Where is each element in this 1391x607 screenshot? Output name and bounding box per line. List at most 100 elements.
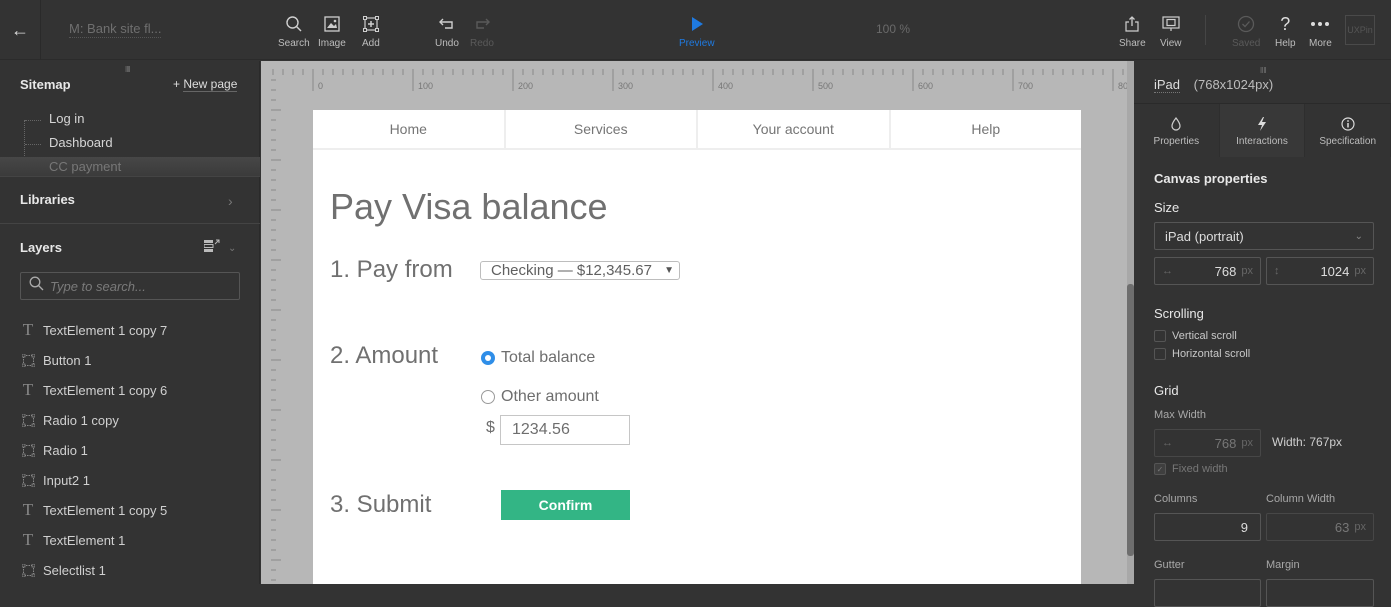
canvas-area[interactable]: 0100200300400500600700800 0100200300400 … — [261, 61, 1134, 584]
toolbar-divider — [1205, 15, 1206, 45]
ruler-label: 0 — [318, 81, 323, 91]
layer-item[interactable]: T TextElement 1 copy 7 — [20, 320, 168, 340]
panel-resize-grip[interactable]: ‖‖ — [125, 65, 135, 74]
confirm-button[interactable]: Confirm — [501, 490, 630, 520]
layer-name: TextElement 1 copy 7 — [43, 322, 168, 338]
columns-field[interactable]: 9 — [1154, 513, 1261, 541]
device-name[interactable]: iPad — [1154, 77, 1181, 93]
nav-services[interactable]: Services — [506, 110, 698, 148]
sitemap-item-dashboard[interactable]: Dashboard — [49, 135, 113, 150]
tab-properties[interactable]: Properties — [1134, 104, 1220, 157]
width-field[interactable]: ↔ 768 px — [1154, 257, 1261, 285]
uxpin-logo[interactable]: UXPin — [1345, 15, 1375, 45]
tab-interactions[interactable]: Interactions — [1219, 104, 1306, 157]
layer-name: Selectlist 1 — [43, 562, 106, 578]
checkbox[interactable] — [1154, 330, 1166, 342]
gutter-field[interactable] — [1154, 579, 1261, 607]
nav-home[interactable]: Home — [313, 110, 506, 148]
column-width-field[interactable]: 63 px — [1266, 513, 1374, 541]
view-button[interactable]: View — [1160, 14, 1182, 49]
ruler-label: 500 — [818, 81, 833, 91]
layer-name: TextElement 1 copy 5 — [43, 502, 168, 518]
properties-panel: ‖‖ iPad (768x1024px) Properties Interact… — [1134, 61, 1391, 607]
vertical-scrollbar-thumb[interactable] — [1127, 284, 1134, 556]
horizontal-arrows-icon: ↔ — [1162, 437, 1173, 449]
margin-field[interactable] — [1266, 579, 1374, 607]
zoom-level[interactable]: 100 % — [876, 22, 910, 36]
horizontal-scroll-checkbox[interactable]: Horizontal scroll — [1154, 348, 1250, 360]
undo-icon — [438, 14, 455, 34]
checkmark-icon[interactable]: ✓ — [1154, 463, 1166, 475]
layer-item[interactable]: Radio 1 — [20, 440, 88, 460]
radio-button[interactable] — [481, 390, 495, 404]
step-2-label: 2. Amount — [330, 342, 439, 369]
box-layer-icon — [20, 443, 36, 457]
layer-item[interactable]: T TextElement 1 copy 5 — [20, 500, 168, 520]
chevron-down-icon[interactable]: ⌄ — [228, 243, 236, 254]
more-dots-icon — [1310, 14, 1330, 34]
layer-item[interactable]: T TextElement 1 — [20, 530, 126, 550]
vertical-scroll-checkbox[interactable]: Vertical scroll — [1154, 330, 1237, 342]
device-info: iPad (768x1024px) — [1154, 77, 1273, 93]
back-button[interactable]: ← — [0, 0, 41, 60]
libraries-title[interactable]: Libraries — [20, 192, 75, 207]
preview-button[interactable]: Preview — [679, 14, 715, 49]
tab-specification[interactable]: Specification — [1305, 104, 1391, 157]
project-name[interactable]: M: Bank site fl... — [69, 21, 162, 38]
chevron-right-icon[interactable]: › — [228, 193, 233, 209]
size-preset-select[interactable]: iPad (portrait) ⌄ — [1154, 222, 1374, 250]
layer-item[interactable]: Button 1 — [20, 350, 91, 370]
height-field[interactable]: ↕ 1024 px — [1266, 257, 1374, 285]
box-layer-icon — [20, 473, 36, 487]
add-tool-button[interactable]: Add — [362, 14, 380, 49]
fixed-width-checkbox[interactable]: ✓ Fixed width — [1154, 463, 1228, 475]
max-width-field[interactable]: ↔ 768 px — [1154, 429, 1261, 457]
search-tool-button[interactable]: Search — [278, 14, 310, 49]
search-icon — [285, 14, 303, 34]
more-button[interactable]: More — [1309, 14, 1332, 49]
help-button[interactable]: ? Help — [1275, 13, 1296, 50]
scrolling-label: Scrolling — [1154, 306, 1204, 321]
layer-item[interactable]: T TextElement 1 copy 6 — [20, 380, 168, 400]
share-button[interactable]: Share — [1119, 14, 1146, 49]
pay-from-select[interactable]: Checking — $12,345.67 ▼ — [480, 261, 680, 280]
tree-line — [24, 120, 25, 158]
layers-search-field[interactable] — [20, 272, 240, 300]
radio-other-amount[interactable]: Other amount — [481, 388, 599, 406]
layers-detach-icon[interactable] — [203, 239, 220, 258]
left-panel: ‖‖ Sitemap + New page Log in Dashboard C… — [0, 61, 260, 584]
sitemap-item-cc-payment[interactable]: CC payment — [0, 157, 260, 177]
size-label: Size — [1154, 200, 1180, 215]
layer-item[interactable]: Selectlist 1 — [20, 560, 106, 580]
droplet-icon — [1171, 115, 1181, 133]
checkbox[interactable] — [1154, 348, 1166, 360]
step-3-label: 3. Submit — [330, 491, 432, 518]
amount-input[interactable] — [500, 415, 630, 445]
layer-item[interactable]: Input2 1 — [20, 470, 90, 490]
new-page-button[interactable]: + New page — [173, 77, 238, 92]
artboard[interactable]: Home Services Your account Help Pay Visa… — [313, 110, 1081, 584]
nav-help[interactable]: Help — [891, 110, 1082, 148]
layers-title: Layers — [20, 240, 62, 255]
layer-name: TextElement 1 — [43, 532, 126, 548]
layers-tools: ⌄ — [203, 239, 236, 258]
image-tool-button[interactable]: Image — [318, 14, 346, 49]
sitemap-item-log-in[interactable]: Log in — [49, 111, 84, 126]
add-icon — [362, 14, 379, 34]
panel-resize-grip[interactable]: ‖‖ — [1260, 66, 1267, 75]
chevron-down-icon: ⌄ — [1354, 230, 1363, 242]
undo-button[interactable]: Undo — [435, 14, 459, 49]
layer-item[interactable]: Radio 1 copy — [20, 410, 119, 430]
nav-your-account[interactable]: Your account — [698, 110, 891, 148]
radio-button-selected[interactable] — [481, 351, 495, 365]
box-layer-icon — [20, 413, 36, 427]
radio-total-balance[interactable]: Total balance — [481, 349, 595, 367]
layers-search-input[interactable] — [50, 278, 230, 294]
box-layer-icon — [20, 563, 36, 577]
question-icon: ? — [1280, 13, 1291, 34]
horizontal-ruler: 0 100 200 300 400 500 600 700 800 — [272, 69, 1134, 91]
box-layer-icon — [20, 353, 36, 367]
redo-button[interactable]: Redo — [470, 14, 494, 49]
tree-line — [25, 120, 41, 121]
search-icon — [29, 276, 44, 296]
